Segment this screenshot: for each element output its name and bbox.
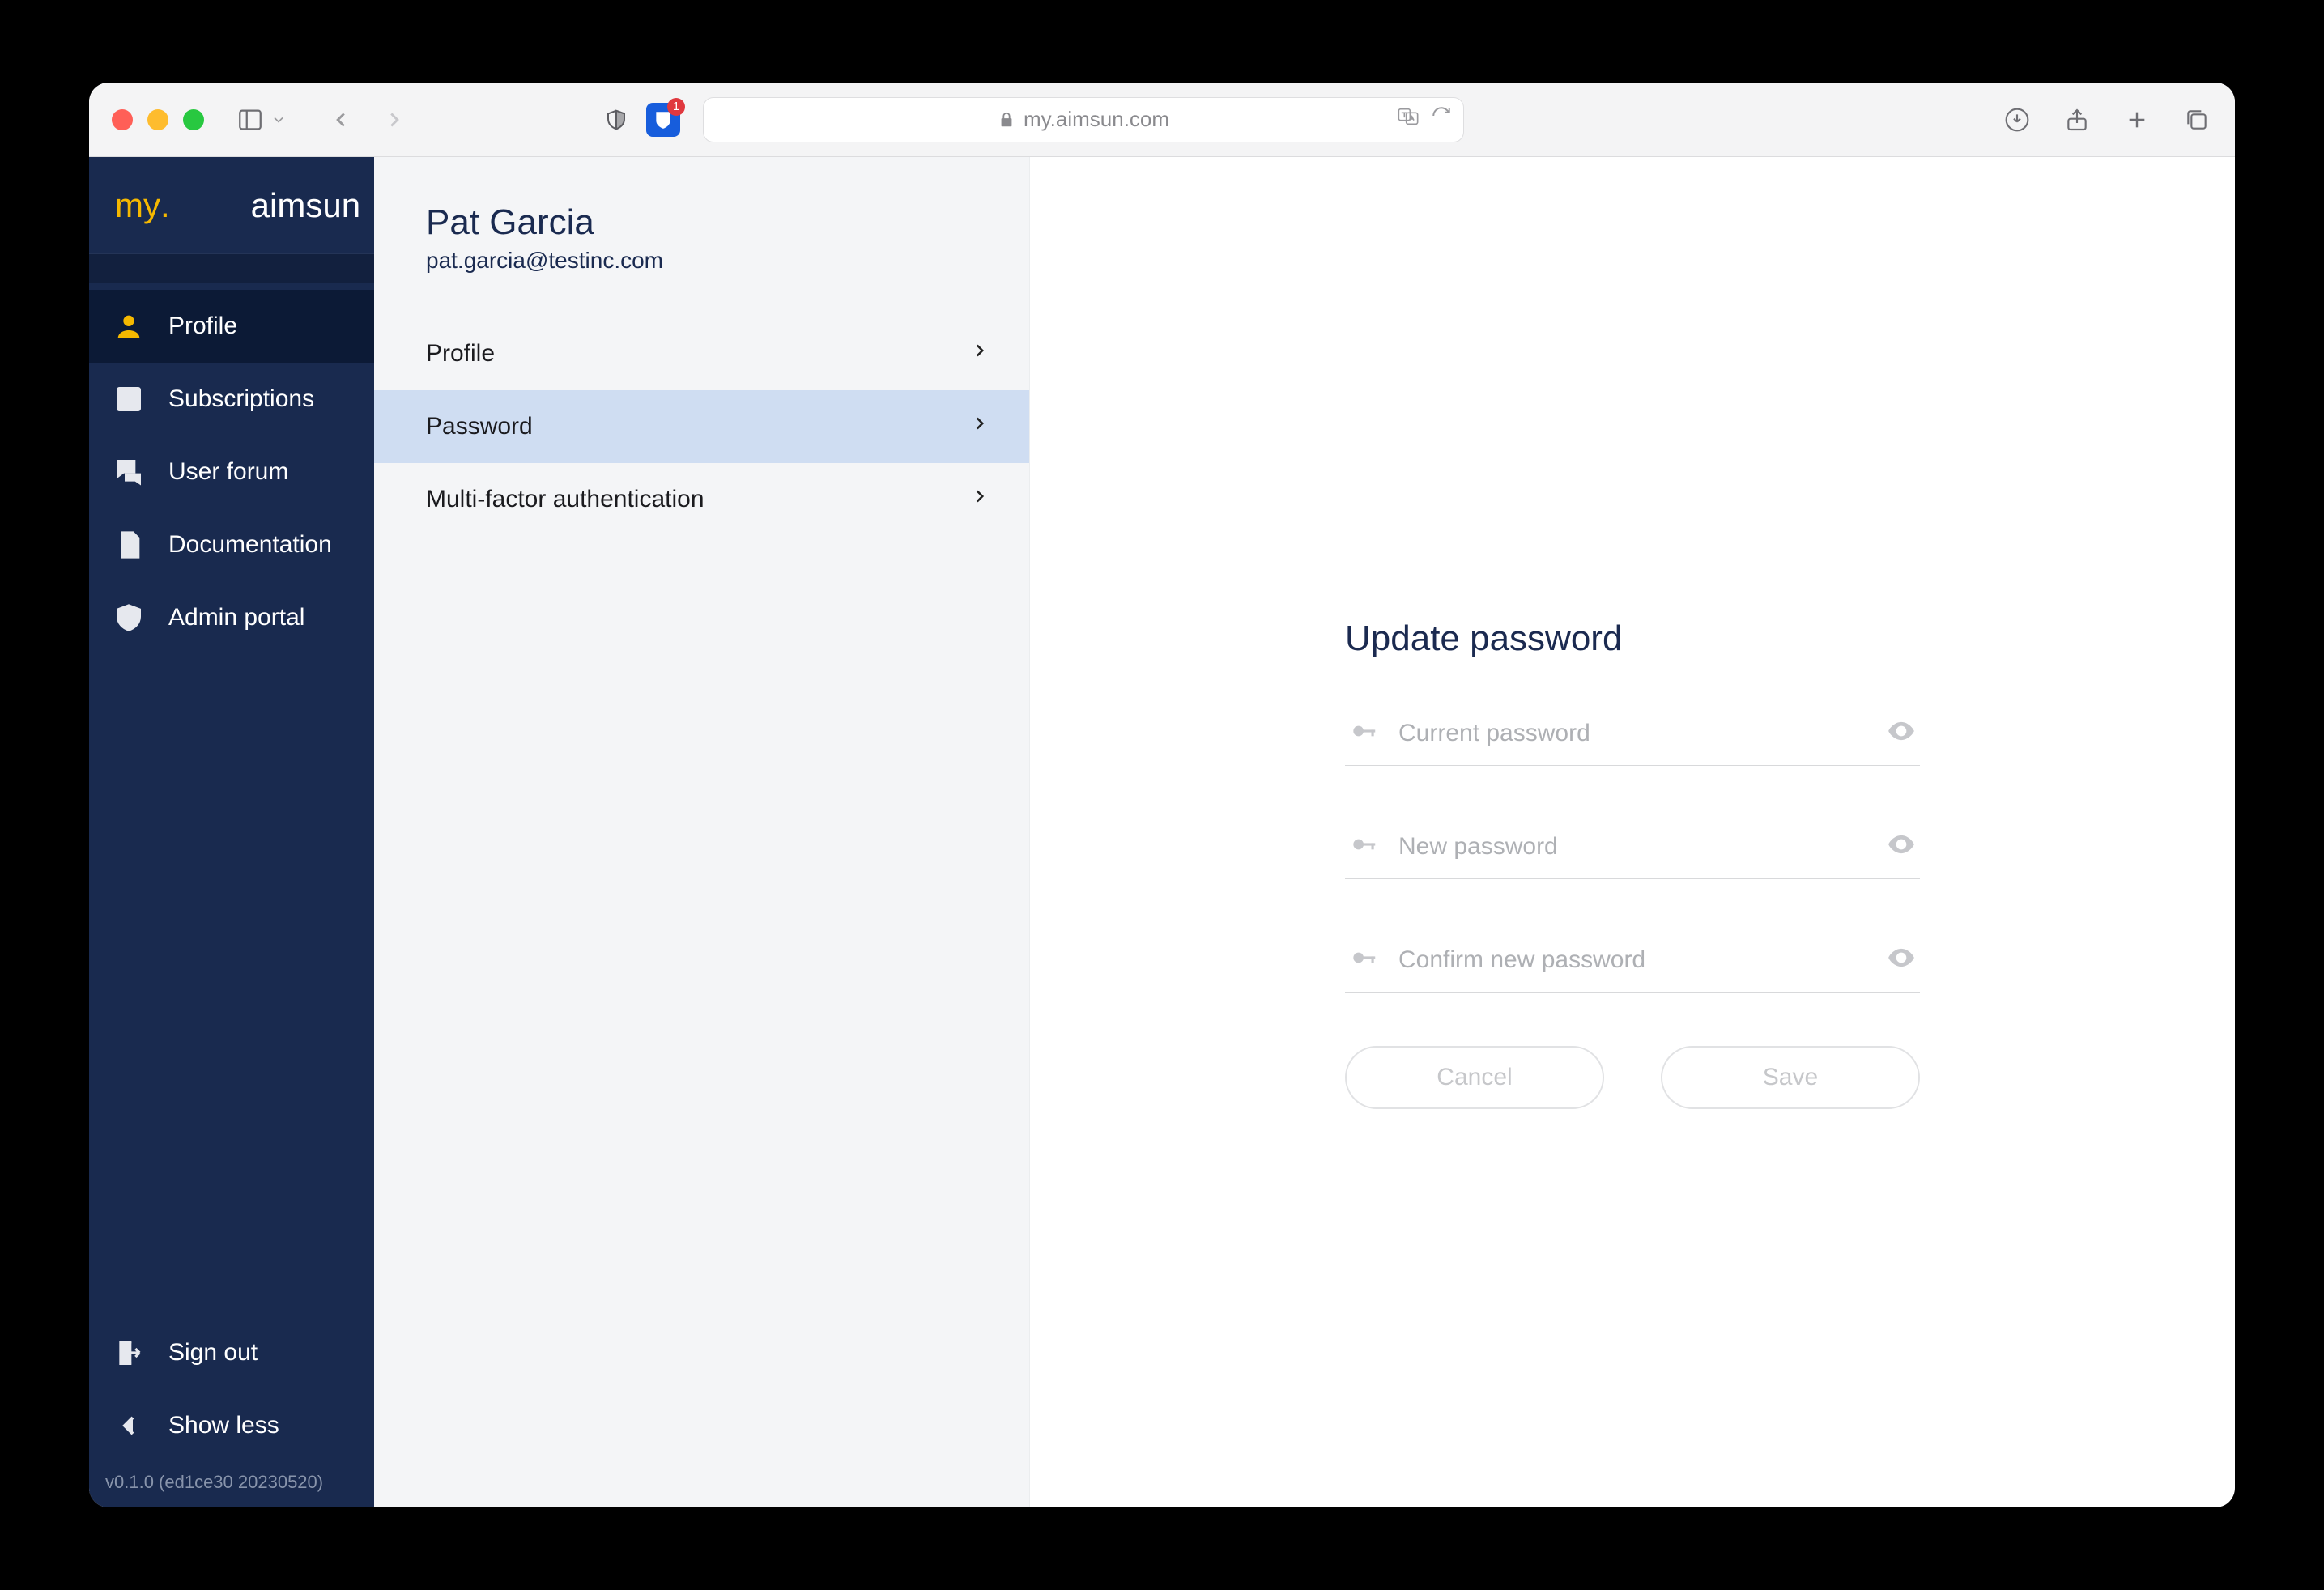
app-version: v0.1.0 (ed1ce30 20230520) xyxy=(89,1462,374,1503)
tab-label: Profile xyxy=(426,340,495,368)
user-name: Pat Garcia xyxy=(426,202,977,243)
browser-window: 1 my.aimsun.com xyxy=(89,83,2235,1507)
signout-icon xyxy=(112,1336,146,1370)
list-icon xyxy=(112,382,146,416)
main-panel: Update password xyxy=(1030,157,2235,1507)
chevron-right-icon xyxy=(969,340,990,368)
key-icon xyxy=(1348,942,1379,977)
close-window-button[interactable] xyxy=(112,109,133,130)
person-icon xyxy=(112,309,146,343)
address-bar[interactable]: my.aimsun.com xyxy=(703,97,1464,142)
translate-icon[interactable] xyxy=(1397,105,1420,134)
forum-icon xyxy=(112,455,146,489)
save-button[interactable]: Save xyxy=(1661,1046,1920,1109)
new-tab-icon[interactable] xyxy=(2122,104,2152,135)
tab-label: Multi-factor authentication xyxy=(426,486,704,513)
bitwarden-extension-icon[interactable]: 1 xyxy=(646,103,680,137)
field-current-password xyxy=(1345,706,1920,766)
sidebar-item-label: Subscriptions xyxy=(168,385,314,413)
brand-logo: my.aimsun xyxy=(89,157,374,254)
reload-icon[interactable] xyxy=(1431,105,1452,134)
app-content: my.aimsun Profile Subscriptions xyxy=(89,157,2235,1507)
confirm-password-input[interactable] xyxy=(1398,946,1866,974)
chevron-right-icon xyxy=(969,413,990,440)
sidebar-item-subscriptions[interactable]: Subscriptions xyxy=(89,363,374,436)
downloads-icon[interactable] xyxy=(2002,104,2032,135)
sidebar-showless[interactable]: Show less xyxy=(89,1389,374,1462)
sidebar-item-profile[interactable]: Profile xyxy=(89,290,374,363)
extension-badge: 1 xyxy=(667,98,685,116)
sidebar-item-admin-portal[interactable]: Admin portal xyxy=(89,581,374,654)
url-text: my.aimsun.com xyxy=(1024,107,1169,132)
eye-icon[interactable] xyxy=(1886,716,1917,750)
tab-mfa[interactable]: Multi-factor authentication xyxy=(374,463,1029,536)
chevron-right-icon xyxy=(969,486,990,513)
user-header: Pat Garcia pat.garcia@testinc.com xyxy=(374,157,1029,298)
new-password-input[interactable] xyxy=(1398,833,1866,861)
sidebar-signout[interactable]: Sign out xyxy=(89,1316,374,1389)
tab-label: Password xyxy=(426,413,533,440)
sidebar-item-label: Profile xyxy=(168,312,237,340)
document-icon xyxy=(112,528,146,562)
user-email: pat.garcia@testinc.com xyxy=(426,248,977,274)
eye-icon[interactable] xyxy=(1886,942,1917,977)
lock-icon xyxy=(998,111,1015,129)
key-icon xyxy=(1348,829,1379,864)
sidebar-separator xyxy=(89,254,374,283)
sidebar-item-user-forum[interactable]: User forum xyxy=(89,436,374,508)
current-password-input[interactable] xyxy=(1398,720,1866,747)
profile-subnav: Pat Garcia pat.garcia@testinc.com Profil… xyxy=(374,157,1030,1507)
sidebar-item-label: Sign out xyxy=(168,1339,258,1367)
primary-sidebar: my.aimsun Profile Subscriptions xyxy=(89,157,374,1507)
cancel-button[interactable]: Cancel xyxy=(1345,1046,1604,1109)
sidebar-item-documentation[interactable]: Documentation xyxy=(89,508,374,581)
sidebar-item-label: Show less xyxy=(168,1412,279,1439)
form-title: Update password xyxy=(1345,619,1920,659)
tabs-overview-icon[interactable] xyxy=(2181,104,2212,135)
sidebar-item-label: Admin portal xyxy=(168,604,304,631)
update-password-form: Update password xyxy=(1345,619,1920,1418)
tab-profile[interactable]: Profile xyxy=(374,317,1029,390)
field-confirm-password xyxy=(1345,933,1920,993)
minimize-window-button[interactable] xyxy=(147,109,168,130)
privacy-shield-icon[interactable] xyxy=(601,104,632,135)
share-icon[interactable] xyxy=(2062,104,2092,135)
tab-password[interactable]: Password xyxy=(374,390,1029,463)
sidebar-item-label: User forum xyxy=(168,458,288,486)
key-icon xyxy=(1348,716,1379,750)
chevron-left-icon xyxy=(112,1409,146,1443)
sidebar-nav: Profile Subscriptions User forum xyxy=(89,283,374,654)
field-new-password xyxy=(1345,819,1920,879)
eye-icon[interactable] xyxy=(1886,829,1917,864)
admin-shield-icon xyxy=(112,601,146,635)
sidebar-item-label: Documentation xyxy=(168,531,332,559)
